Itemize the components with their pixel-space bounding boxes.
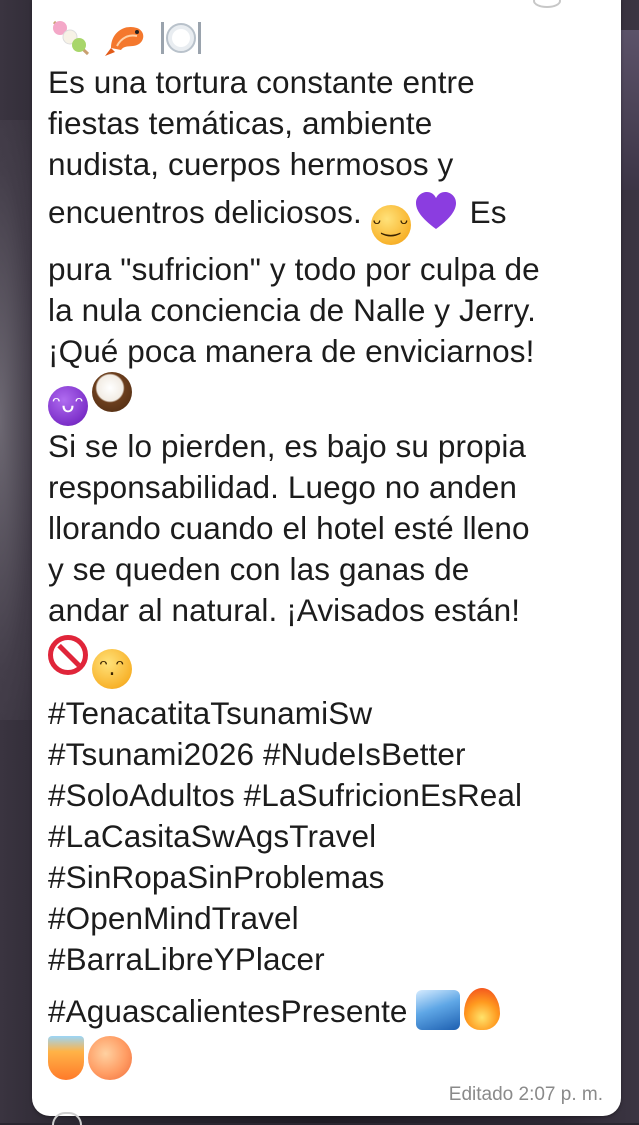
tropical-drink-icon <box>48 1036 84 1080</box>
shushing-face-icon: ᵔ.ᵔ <box>92 649 132 689</box>
dango-icon <box>52 20 90 56</box>
water-wave-icon <box>416 990 461 1030</box>
message-bubble[interactable]: Es una tortura constante entre fiestas t… <box>32 0 621 1116</box>
smiling-devil-icon: ᵔᴗᵔ <box>48 386 88 426</box>
emoji-line-devil-coconut: ᵔᴗᵔ <box>48 372 608 426</box>
message-timestamp: Editado 2:07 p. m. <box>448 1084 603 1105</box>
previous-reaction-edge <box>533 0 561 8</box>
yum-face-icon: ᵕ‿ᵕ <box>370 205 411 245</box>
text-line: pura "sufricion" y todo por culpa de <box>48 251 540 287</box>
hashtag-line[interactable]: #LaCasitaSwAgsTravel <box>48 816 608 857</box>
hashtag-line[interactable]: #BarraLibreYPlacer <box>48 939 608 980</box>
hashtag-line-with-emojis: #AguascalientesPresente <box>48 988 608 1032</box>
text-line: ¡Qué poca manera de enviciarnos! <box>48 333 535 369</box>
coconut-icon <box>92 372 132 412</box>
text-line: fiestas temáticas, ambiente <box>48 105 433 141</box>
hashtag-line[interactable]: #SinRopaSinProblemas <box>48 857 608 898</box>
text-line-with-emojis: encuentros deliciosos. ᵕ‿ᵕ Es <box>48 191 608 245</box>
text-line: nudista, cuerpos hermosos y <box>48 146 454 182</box>
shrimp-icon <box>104 26 144 56</box>
text-segment: encuentros deliciosos. <box>48 194 362 230</box>
prohibited-icon <box>48 635 88 675</box>
text-segment: Es <box>469 194 507 230</box>
purple-heart-icon <box>415 191 457 231</box>
hashtag-line[interactable]: #TenacatitaTsunamiSw <box>48 693 608 734</box>
hashtag-line[interactable]: #Tsunami2026 #NudeIsBetter <box>48 734 608 775</box>
hashtag-line[interactable]: #SoloAdultos #LaSufricionEsReal <box>48 775 608 816</box>
text-line: Es una tortura constante entre <box>48 64 475 100</box>
hashtag-aguascalientes[interactable]: #AguascalientesPresente <box>48 993 408 1029</box>
text-line: la nula conciencia de Nalle y Jerry. <box>48 292 537 328</box>
emoji-line-no-shush: ᵔ.ᵔ <box>48 635 608 689</box>
peach-icon <box>88 1036 132 1080</box>
text-line: responsabilidad. Luego no anden <box>48 469 517 505</box>
emoji-line-drink-peach <box>48 1036 608 1082</box>
emoji-line-food <box>48 18 608 62</box>
text-line: llorando cuando el hotel esté lleno <box>48 510 530 546</box>
hashtag-line[interactable]: #OpenMindTravel <box>48 898 608 939</box>
text-line: Si se lo pierden, es bajo su propia <box>48 428 527 464</box>
plate-cutlery-icon <box>160 22 201 54</box>
fire-icon <box>464 988 501 1030</box>
text-line: y se queden con las ganas de <box>48 551 470 587</box>
text-line: andar al natural. ¡Avisados están! <box>48 592 521 628</box>
message-text: Es una tortura constante entre fiestas t… <box>48 18 608 1082</box>
